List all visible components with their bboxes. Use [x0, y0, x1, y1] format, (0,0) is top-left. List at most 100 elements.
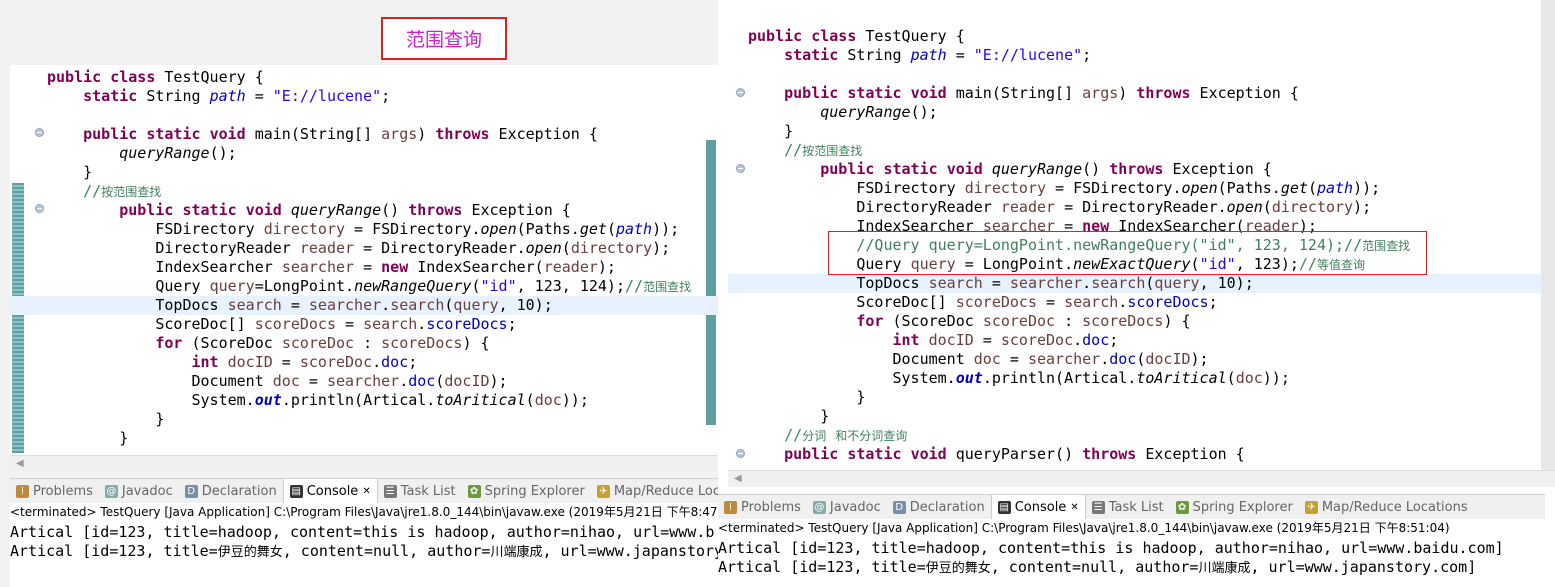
tab-declaration[interactable]: D Declaration: [179, 479, 283, 503]
code-line[interactable]: }: [10, 410, 718, 429]
code-line[interactable]: public class TestQuery {: [10, 68, 718, 87]
console-line: Artical [id=123, title=伊豆的舞女, content=nu…: [718, 558, 1477, 576]
code-line[interactable]: public static void main(String[] args) t…: [728, 84, 1555, 103]
javadoc-icon: @: [812, 500, 826, 514]
code-line[interactable]: [728, 65, 1555, 84]
code-line[interactable]: //分词 和不分词查询: [728, 426, 1555, 445]
tab-javadoc[interactable]: @ Javadoc: [807, 495, 887, 519]
map-reduce-location-icon: ✈: [596, 484, 610, 498]
annotation-range-query: 范围查询: [381, 17, 507, 60]
code-line[interactable]: static String path = "E://lucene";: [728, 46, 1555, 65]
code-line[interactable]: TopDocs search = searcher.search(query, …: [10, 296, 718, 315]
code-line[interactable]: }: [10, 429, 718, 448]
code-line[interactable]: [10, 106, 718, 125]
code-line[interactable]: int docID = scoreDoc.doc;: [10, 353, 718, 372]
console-header: <terminated> TestQuery [Java Application…: [10, 503, 718, 523]
tab-problems[interactable]: ! Problems: [10, 479, 99, 503]
console-output: Artical [id=123, title=hadoop, content=t…: [10, 523, 718, 587]
tab-map-reduce-location[interactable]: ✈Map/Reduce Location: [591, 479, 718, 503]
console-output: Artical [id=123, title=hadoop, content=t…: [718, 539, 1555, 587]
code-line[interactable]: IndexSearcher searcher = new IndexSearch…: [10, 258, 718, 277]
code-line[interactable]: for (ScoreDoc scoreDoc : scoreDocs) {: [10, 334, 718, 353]
code-line[interactable]: }: [10, 163, 718, 182]
code-line[interactable]: //按范围查找: [728, 141, 1555, 160]
task-list-icon: ☰: [1091, 500, 1105, 514]
code-line[interactable]: public static void main(String[] args) t…: [10, 125, 718, 144]
code-line[interactable]: }: [728, 407, 1555, 426]
javadoc-icon: @: [104, 484, 118, 498]
code-line[interactable]: Document doc = searcher.doc(docID);: [10, 372, 718, 391]
tab-label: Problems: [33, 483, 93, 499]
console-icon: ▤: [289, 484, 303, 498]
declaration-icon: D: [892, 500, 906, 514]
code-line[interactable]: static String path = "E://lucene";: [10, 87, 718, 106]
tab-label: Map/Reduce Locations: [1321, 499, 1468, 515]
tab-label: Task List: [400, 483, 456, 499]
tab-problems[interactable]: ! Problems: [718, 495, 807, 519]
tab-label: Map/Reduce Location: [613, 483, 718, 499]
code-line[interactable]: queryRange();: [728, 103, 1555, 122]
console-header: <terminated> TestQuery [Java Application…: [718, 519, 1555, 539]
tab-declaration[interactable]: D Declaration: [887, 495, 991, 519]
code-line[interactable]: public static void queryParser() throws …: [728, 445, 1555, 464]
code-line[interactable]: Query query=LongPoint.newRangeQuery("id"…: [10, 277, 718, 296]
view-tab-bar: ! Problems @ Javadoc D Declaration ▤ Console ✕ ☰ T…: [718, 494, 1545, 520]
problems-icon: !: [724, 500, 737, 514]
left-screenshot: 范围查询 public class TestQuery { static Str…: [0, 0, 718, 587]
horizontal-scrollbar[interactable]: ◀: [728, 470, 1555, 487]
horizontal-scrollbar[interactable]: ◀: [10, 455, 718, 472]
code-line[interactable]: System.out.println(Artical.toAritical(do…: [10, 391, 718, 410]
map-reduce-locations-icon: ✈: [1304, 500, 1318, 514]
vertical-scrollbar[interactable]: [1541, 0, 1555, 470]
code-line[interactable]: public class TestQuery {: [728, 27, 1555, 46]
console-line: Artical [id=123, title=hadoop, content=t…: [718, 539, 1504, 557]
declaration-icon: D: [184, 484, 198, 498]
tab-javadoc[interactable]: @ Javadoc: [99, 479, 179, 503]
code-line[interactable]: ScoreDoc[] scoreDocs = search.scoreDocs;: [10, 315, 718, 334]
tab-spring-explorer[interactable]: ✿ Spring Explorer: [462, 479, 591, 503]
tab-label: Javadoc: [121, 483, 173, 499]
code-line[interactable]: TopDocs search = searcher.search(query, …: [728, 274, 1555, 293]
code-line[interactable]: public static void queryRange() throws E…: [10, 201, 718, 220]
console-line: Artical [id=123, title=hadoop, content=t…: [10, 523, 715, 541]
problems-icon: !: [16, 484, 29, 498]
tab-task-list[interactable]: ☰ Task List: [1086, 495, 1170, 519]
close-icon[interactable]: ✕: [1070, 502, 1078, 513]
code-line[interactable]: //按范围查找: [10, 182, 718, 201]
left-code-editor[interactable]: public class TestQuery { static String p…: [10, 65, 718, 455]
code-line[interactable]: System.out.println(Artical.toAritical(do…: [728, 369, 1555, 388]
tab-map-reduce-locations[interactable]: ✈ Map/Reduce Locations: [1299, 495, 1474, 519]
code-line[interactable]: DirectoryReader reader = DirectoryReader…: [728, 198, 1555, 217]
tab-label: Problems: [741, 499, 801, 515]
code-line[interactable]: }: [728, 122, 1555, 141]
console-line: Artical [id=123, title=伊豆的舞女, content=nu…: [10, 542, 718, 560]
tab-label: Javadoc: [829, 499, 881, 515]
code-line[interactable]: FSDirectory directory = FSDirectory.open…: [728, 179, 1555, 198]
spring-explorer-icon: ✿: [467, 484, 481, 498]
spring-explorer-icon: ✿: [1175, 500, 1189, 514]
scroll-left-icon[interactable]: ◀: [16, 458, 24, 469]
close-icon[interactable]: ✕: [362, 486, 370, 497]
scroll-left-icon[interactable]: ◀: [734, 473, 742, 484]
tab-spring-explorer[interactable]: ✿ Spring Explorer: [1170, 495, 1299, 519]
tab-label: Spring Explorer: [1192, 499, 1293, 515]
right-code-editor[interactable]: public class TestQuery { static String p…: [728, 18, 1555, 471]
code-line[interactable]: }: [728, 388, 1555, 407]
code-line[interactable]: for (ScoreDoc scoreDoc : scoreDocs) {: [728, 312, 1555, 331]
right-screenshot: public class TestQuery { static String p…: [718, 0, 1555, 587]
tab-label: Console: [306, 483, 359, 499]
code-line[interactable]: FSDirectory directory = FSDirectory.open…: [10, 220, 718, 239]
tab-console[interactable]: ▤ Console ✕: [990, 495, 1086, 519]
view-tab-bar: ! Problems @ Javadoc D Declaration ▤ Console ✕ ☰ T…: [10, 478, 718, 504]
code-line[interactable]: public static void queryRange() throws E…: [728, 160, 1555, 179]
tab-console[interactable]: ▤ Console ✕: [282, 479, 378, 503]
code-line[interactable]: ScoreDoc[] scoreDocs = search.scoreDocs;: [728, 293, 1555, 312]
highlight-box: [828, 231, 1427, 275]
tab-label: Task List: [1108, 499, 1164, 515]
code-line[interactable]: int docID = scoreDoc.doc;: [728, 331, 1555, 350]
tab-label: Spring Explorer: [484, 483, 585, 499]
code-line[interactable]: Document doc = searcher.doc(docID);: [728, 350, 1555, 369]
code-line[interactable]: DirectoryReader reader = DirectoryReader…: [10, 239, 718, 258]
code-line[interactable]: queryRange();: [10, 144, 718, 163]
tab-task-list[interactable]: ☰ Task List: [378, 479, 462, 503]
